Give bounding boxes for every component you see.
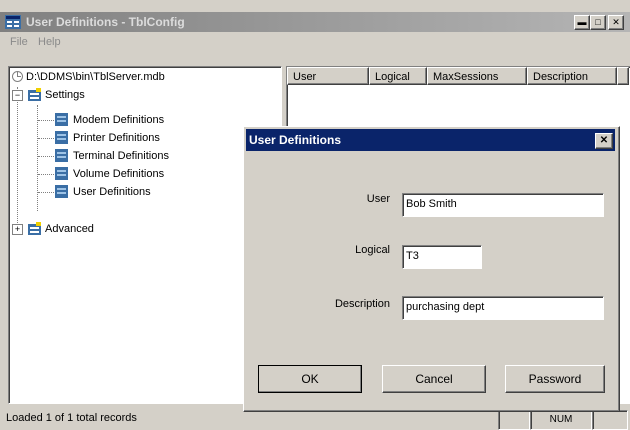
menu-file[interactable]: File bbox=[10, 36, 28, 48]
table-icon bbox=[55, 167, 68, 180]
column-header-user[interactable]: User bbox=[287, 67, 369, 85]
status-cell-blank bbox=[592, 410, 628, 430]
num-lock-indicator: NUM bbox=[530, 410, 592, 430]
expand-icon[interactable]: + bbox=[12, 224, 23, 235]
tree-item-label: Volume Definitions bbox=[73, 168, 165, 180]
password-button[interactable]: Password bbox=[505, 365, 605, 393]
maximize-button[interactable]: □ bbox=[590, 15, 606, 30]
advanced-folder-icon bbox=[28, 222, 41, 235]
tree-item-label: Terminal Definitions bbox=[73, 150, 169, 162]
menu-help[interactable]: Help bbox=[38, 36, 61, 48]
main-title-bar[interactable]: User Definitions - TblConfig ▬ □ ✕ bbox=[0, 12, 630, 32]
tree-connector bbox=[38, 156, 56, 157]
tree-item-label: Modem Definitions bbox=[73, 114, 165, 126]
close-button[interactable]: ✕ bbox=[608, 15, 624, 30]
logical-label: Logical bbox=[355, 244, 390, 256]
tree-item-label: Printer Definitions bbox=[73, 132, 160, 144]
table-icon bbox=[55, 113, 68, 126]
ok-button[interactable]: OK bbox=[258, 365, 362, 393]
tree-item-label: Settings bbox=[45, 89, 85, 101]
dialog-title: User Definitions bbox=[249, 133, 342, 147]
tree-connector bbox=[38, 120, 56, 121]
close-icon: ✕ bbox=[612, 17, 620, 27]
column-header-filler bbox=[617, 67, 629, 85]
user-input[interactable]: Bob Smith bbox=[402, 193, 604, 217]
column-header-description[interactable]: Description bbox=[527, 67, 617, 85]
close-icon: ✕ bbox=[599, 135, 609, 146]
app-icon bbox=[5, 15, 21, 29]
user-label: User bbox=[366, 193, 390, 205]
main-window-title: User Definitions - TblConfig bbox=[26, 15, 185, 29]
collapse-icon[interactable]: − bbox=[12, 90, 23, 101]
tree-connector bbox=[38, 192, 56, 193]
status-cell-blank bbox=[498, 410, 530, 430]
menu-bar: File Help bbox=[0, 32, 630, 52]
tree-item-label: User Definitions bbox=[73, 186, 151, 198]
dialog-close-button[interactable]: ✕ bbox=[595, 133, 613, 149]
maximize-icon: □ bbox=[595, 17, 601, 27]
tree-connector bbox=[17, 87, 18, 231]
tree-root-label: D:\DDMS\bin\TblServer.mdb bbox=[26, 71, 165, 83]
column-header-logical[interactable]: Logical bbox=[369, 67, 427, 85]
tree-item-label: Advanced bbox=[45, 223, 94, 235]
table-icon bbox=[55, 185, 68, 198]
minimize-icon: ▬ bbox=[577, 17, 587, 27]
column-header-maxsessions[interactable]: MaxSessions bbox=[427, 67, 527, 85]
dialog-title-bar[interactable]: User Definitions bbox=[246, 129, 615, 151]
table-icon bbox=[55, 149, 68, 162]
table-icon bbox=[55, 131, 68, 144]
cancel-button[interactable]: Cancel bbox=[382, 365, 486, 393]
status-text: Loaded 1 of 1 total records bbox=[6, 412, 137, 424]
settings-folder-icon bbox=[28, 88, 41, 101]
database-icon bbox=[12, 71, 23, 82]
tree-view[interactable]: D:\DDMS\bin\TblServer.mdb − Settings Mod… bbox=[8, 66, 282, 404]
minimize-button[interactable]: ▬ bbox=[574, 15, 590, 30]
description-input[interactable]: purchasing dept bbox=[402, 296, 604, 320]
description-label: Description bbox=[334, 298, 390, 310]
tree-connector bbox=[38, 138, 56, 139]
tree-connector bbox=[38, 174, 56, 175]
logical-input[interactable]: T3 bbox=[402, 245, 482, 269]
